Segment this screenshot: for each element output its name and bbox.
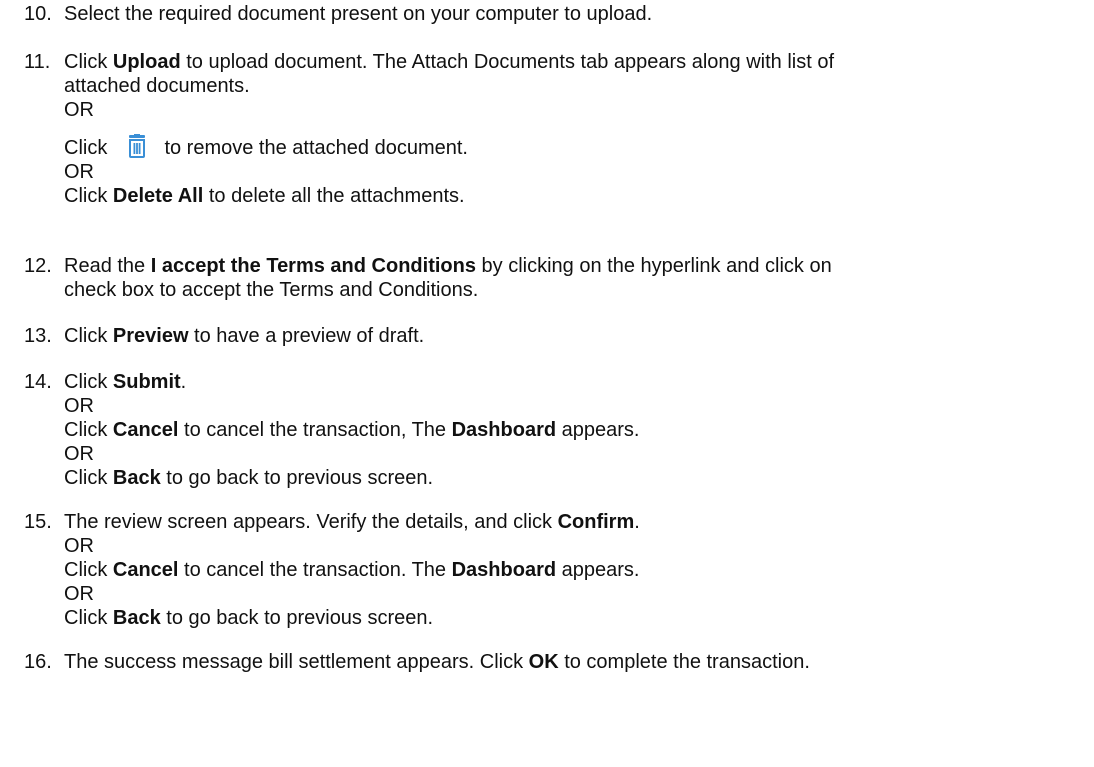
trash-can-icon [127, 133, 147, 158]
terms-label: I accept the Terms and Conditions [150, 255, 476, 277]
step-text: Click Submit. [64, 371, 187, 393]
step-text: Click Cancel to cancel the transaction, … [64, 419, 640, 441]
step-text: check box to accept the Terms and Condit… [64, 279, 479, 301]
step-text: The success message bill settlement appe… [64, 651, 810, 673]
step-text: Click Preview to have a preview of draft… [64, 325, 425, 347]
step-16: 16. The success message bill settlement … [24, 650, 1084, 674]
cancel-label: Cancel [112, 419, 179, 441]
step-number: 14. [24, 371, 52, 393]
step-text: The review screen appears. Verify the de… [64, 511, 640, 533]
step-number: 11. [24, 51, 51, 73]
or-separator: OR [64, 535, 94, 557]
submit-label: Submit [112, 371, 181, 393]
step-text: Click Back to go back to previous screen… [64, 467, 434, 489]
step-number: 15. [24, 511, 52, 533]
ok-label: OK [528, 651, 559, 673]
dashboard-label: Dashboard [451, 419, 557, 441]
step-text: Click Delete All to delete all the attac… [64, 185, 465, 207]
upload-label: Upload [112, 51, 181, 73]
step-text: Click Cancel to cancel the transaction. … [64, 559, 640, 581]
step-text: Read the I accept the Terms and Conditio… [64, 255, 832, 277]
step-text: Click Upload to upload document. The Att… [64, 51, 835, 73]
step-text: Select the required document present on … [64, 3, 653, 25]
or-separator: OR [64, 161, 94, 183]
step-15: 15. The review screen appears. Verify th… [24, 510, 1084, 630]
step-text: Click Back to go back to previous screen… [64, 607, 434, 629]
step-text: attached documents. [64, 75, 250, 97]
step-number: 12. [24, 255, 52, 277]
or-separator: OR [64, 583, 94, 605]
step-number: 16. [24, 651, 52, 673]
back-label: Back [112, 467, 161, 489]
step-text: Click to remove the attached document. [64, 133, 1084, 160]
confirm-label: Confirm [557, 511, 635, 533]
preview-label: Preview [112, 325, 189, 347]
step-13: 13. Click Preview to have a preview of d… [24, 324, 1084, 348]
or-separator: OR [64, 395, 94, 417]
or-separator: OR [64, 443, 94, 465]
step-number: 10. [24, 3, 52, 25]
step-number: 13. [24, 325, 52, 347]
delete-all-label: Delete All [112, 185, 204, 207]
or-separator: OR [64, 99, 94, 121]
step-12: 12. Read the I accept the Terms and Cond… [24, 254, 1084, 302]
step-14: 14. Click Submit. OR Click Cancel to can… [24, 370, 1084, 490]
cancel-label: Cancel [112, 559, 179, 581]
back-label: Back [112, 607, 161, 629]
step-11: 11. Click Upload to upload document. The… [24, 50, 1084, 208]
step-10: 10. Select the required document present… [24, 2, 1084, 26]
dashboard-label: Dashboard [451, 559, 557, 581]
